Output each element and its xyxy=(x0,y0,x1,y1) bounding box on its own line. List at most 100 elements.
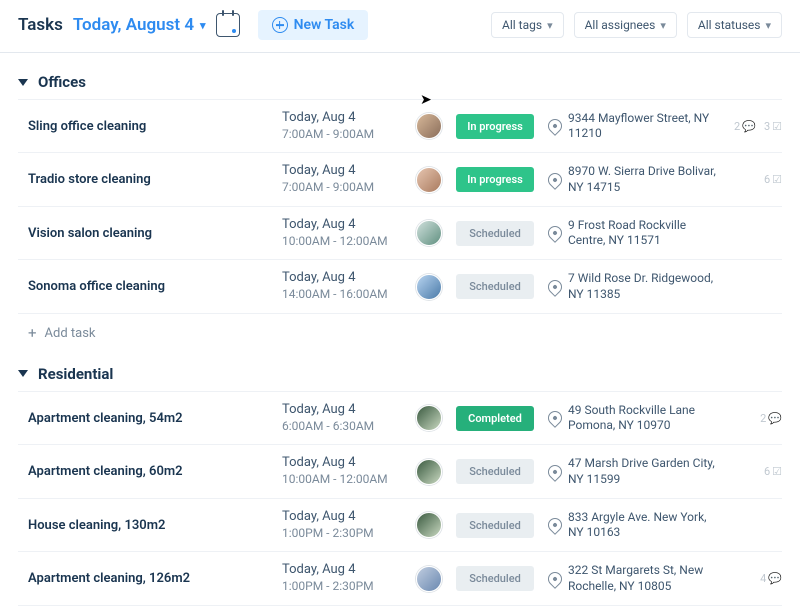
task-date: Today, Aug 4 xyxy=(282,562,402,579)
filter-tags[interactable]: All tags ▾ xyxy=(491,12,564,38)
address-text: 322 St Margarets St, New Rochelle, NY 10… xyxy=(568,563,718,594)
address-text: 47 Marsh Drive Garden City, NY 11599 xyxy=(568,456,718,487)
task-meta: 6 ☑ xyxy=(732,465,782,478)
filter-assignees[interactable]: All assignees ▾ xyxy=(574,12,677,38)
task-name: Apartment cleaning, 126m2 xyxy=(18,571,268,586)
task-name: Sling office cleaning xyxy=(18,119,268,134)
task-address: 833 Argyle Ave. New York, NY 10163 xyxy=(548,510,718,541)
task-row[interactable]: Apartment cleaning, 126m2 Today, Aug 41:0… xyxy=(18,551,782,604)
calendar-icon[interactable] xyxy=(216,13,240,37)
map-pin-icon xyxy=(545,515,565,535)
subtask-count: 6 ☑ xyxy=(764,465,782,478)
status-badge[interactable]: In progress xyxy=(456,167,534,192)
task-date: Today, Aug 4 xyxy=(282,217,402,234)
address-text: 9 Frost Road Rockville Centre, NY 11571 xyxy=(568,218,718,249)
chevron-down-icon: ▾ xyxy=(765,19,771,32)
address-text: 9344 Mayflower Street, NY 11210 xyxy=(568,111,718,142)
assignee-avatar[interactable] xyxy=(416,566,442,592)
task-row[interactable]: House cleaning, 130m2 Today, Aug 41:00PM … xyxy=(18,498,782,551)
add-task-label: Add task xyxy=(45,326,96,341)
map-pin-icon xyxy=(545,408,565,428)
plus-circle-icon xyxy=(272,17,288,33)
task-row[interactable]: Apartment cleaning, 60m2Today, Aug 410:0… xyxy=(18,444,782,497)
date-label: Today, August 4 xyxy=(73,15,194,35)
task-date: Today, Aug 4 xyxy=(282,509,402,526)
task-date: Today, Aug 4 xyxy=(282,270,402,287)
task-meta: 2 💬 xyxy=(732,412,782,425)
header-bar: Tasks Today, August 4 ▾ New Task All tag… xyxy=(0,0,800,53)
task-address: 322 St Margarets St, New Rochelle, NY 10… xyxy=(548,563,718,594)
task-time: Today, Aug 414:00AM - 16:00AM xyxy=(282,270,402,302)
task-time: Today, Aug 41:00PM - 2:30PM xyxy=(282,562,402,594)
chevron-down-icon: ▾ xyxy=(547,19,553,32)
task-row[interactable]: Vision salon cleaningToday, Aug 410:00AM… xyxy=(18,206,782,259)
task-time: Today, Aug 47:00AM - 9:00AM xyxy=(282,163,402,195)
triangle-down-icon xyxy=(18,79,28,86)
status-badge[interactable]: Scheduled xyxy=(456,513,534,538)
assignee-avatar[interactable] xyxy=(416,405,442,431)
task-time-range: 10:00AM - 12:00AM xyxy=(282,472,402,488)
task-name: Sonoma office cleaning xyxy=(18,279,268,294)
task-date: Today, Aug 4 xyxy=(282,110,402,127)
filter-tags-label: All tags xyxy=(502,18,542,32)
task-address: 9344 Mayflower Street, NY 11210 xyxy=(548,111,718,142)
add-task-button[interactable]: + Add task xyxy=(18,313,782,349)
new-task-label: New Task xyxy=(294,17,355,33)
task-address: 7 Wild Rose Dr. Ridgewood, NY 11385 xyxy=(548,271,718,302)
map-pin-icon xyxy=(545,223,565,243)
new-task-button[interactable]: New Task xyxy=(258,10,369,40)
task-meta: 4 💬 xyxy=(732,572,782,585)
address-text: 7 Wild Rose Dr. Ridgewood, NY 11385 xyxy=(568,271,718,302)
chevron-down-icon: ▾ xyxy=(660,19,666,32)
chevron-down-icon: ▾ xyxy=(200,19,206,32)
address-text: 833 Argyle Ave. New York, NY 10163 xyxy=(568,510,718,541)
plus-icon: + xyxy=(28,326,37,341)
assignee-avatar[interactable] xyxy=(416,459,442,485)
assignee-avatar[interactable] xyxy=(416,512,442,538)
assignee-avatar[interactable] xyxy=(416,274,442,300)
group-header[interactable]: Offices xyxy=(18,57,782,99)
task-time-range: 7:00AM - 9:00AM xyxy=(282,127,402,143)
status-badge[interactable]: Scheduled xyxy=(456,459,534,484)
group-header[interactable]: Residential xyxy=(18,349,782,391)
add-task-button[interactable]: +Add task xyxy=(18,605,782,609)
task-address: 9 Frost Road Rockville Centre, NY 11571 xyxy=(548,218,718,249)
comment-count: 2 💬 xyxy=(760,412,782,425)
task-time-range: 14:00AM - 16:00AM xyxy=(282,287,402,303)
map-pin-icon xyxy=(545,116,565,136)
task-address: 8970 W. Sierra Drive Bolivar, NY 14715 xyxy=(548,164,718,195)
task-row[interactable]: Sling office cleaning Today, Aug 47:00AM … xyxy=(18,99,782,152)
filter-statuses[interactable]: All statuses ▾ xyxy=(687,12,782,38)
task-time: Today, Aug 410:00AM - 12:00AM xyxy=(282,217,402,249)
map-pin-icon xyxy=(545,569,565,589)
task-time-range: 1:00PM - 2:30PM xyxy=(282,526,402,542)
subtask-count: 3 ☑ xyxy=(764,120,782,133)
task-name: House cleaning, 130m2 xyxy=(18,518,268,533)
triangle-down-icon xyxy=(18,370,28,377)
task-address: 47 Marsh Drive Garden City, NY 11599 xyxy=(548,456,718,487)
task-time-range: 1:00PM - 2:30PM xyxy=(282,579,402,595)
map-pin-icon xyxy=(545,462,565,482)
filter-statuses-label: All statuses xyxy=(698,18,761,32)
assignee-avatar[interactable] xyxy=(416,113,442,139)
status-badge[interactable]: Scheduled xyxy=(456,566,534,591)
task-meta: 6 ☑ xyxy=(732,173,782,186)
subtask-count: 6 ☑ xyxy=(764,173,782,186)
task-time: Today, Aug 410:00AM - 12:00AM xyxy=(282,455,402,487)
assignee-avatar[interactable] xyxy=(416,220,442,246)
group-title: Residential xyxy=(38,365,113,383)
status-badge[interactable]: In progress xyxy=(456,114,534,139)
task-row[interactable]: Tradio store cleaningToday, Aug 47:00AM … xyxy=(18,152,782,205)
status-badge[interactable]: Scheduled xyxy=(456,274,534,299)
status-badge[interactable]: Scheduled xyxy=(456,221,534,246)
task-time: Today, Aug 46:00AM - 6:30AM xyxy=(282,402,402,434)
task-name: Apartment cleaning, 54m2 xyxy=(18,411,268,426)
map-pin-icon xyxy=(545,277,565,297)
status-badge[interactable]: Completed xyxy=(456,406,534,431)
task-groups-container: Offices Sling office cleaning Today, Aug 4… xyxy=(0,53,800,609)
date-picker[interactable]: Today, August 4 ▾ xyxy=(73,15,206,35)
task-row[interactable]: Apartment cleaning, 54m2 Today, Aug 46:00… xyxy=(18,391,782,444)
assignee-avatar[interactable] xyxy=(416,167,442,193)
task-meta: 2 💬3 ☑ xyxy=(732,120,782,133)
task-row[interactable]: Sonoma office cleaning Today, Aug 414:00A… xyxy=(18,259,782,312)
